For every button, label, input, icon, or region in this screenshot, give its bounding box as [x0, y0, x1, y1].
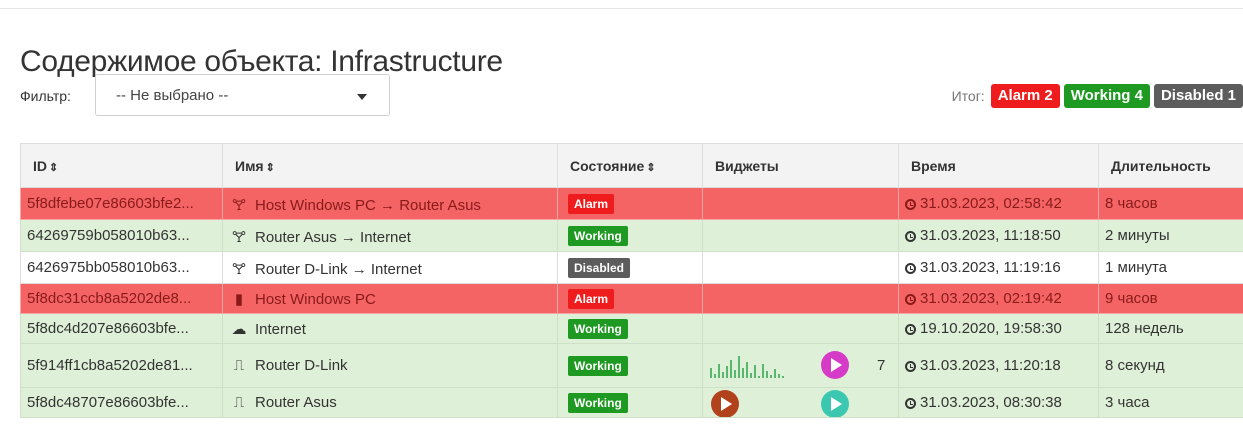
- cell-status: Working: [557, 387, 703, 418]
- cell-status: Alarm: [557, 283, 703, 314]
- cell-id[interactable]: 5f8dfebe07e86603bfe2...: [20, 187, 223, 220]
- clock-icon: [905, 199, 916, 210]
- cell-time: 31.03.2023, 02:19:42: [898, 283, 1099, 314]
- cell-duration: 2 минуты: [1098, 219, 1243, 252]
- summary-bar: Итог: Alarm 2 Working 4 Disabled 1: [952, 84, 1243, 108]
- cell-time: 31.03.2023, 11:20:18: [898, 343, 1099, 388]
- computer-icon: ▮: [234, 290, 244, 308]
- status-badge: Working: [568, 392, 628, 413]
- filter-label: Фильтр:: [20, 88, 71, 104]
- cell-name[interactable]: 🝖 Router Asus → Internet: [222, 219, 558, 252]
- cell-duration: 128 недель: [1098, 313, 1243, 344]
- table-header-row: ID ⇕ Имя ⇕ Состояние ⇕ Виджеты Время Длител…: [20, 143, 1243, 188]
- filter-select[interactable]: -- Не выбрано --: [95, 74, 390, 116]
- cell-widgets: 7: [702, 343, 899, 388]
- summary-label: Итог:: [951, 88, 985, 104]
- filter-selected-value: -- Не выбрано --: [116, 87, 229, 104]
- cell-duration: 3 часа: [1098, 387, 1243, 418]
- cell-name[interactable]: ⎍ Router D-Link: [222, 343, 558, 388]
- cell-widgets: [702, 387, 899, 418]
- alarm-count-badge[interactable]: Alarm 2: [990, 84, 1060, 108]
- cell-name[interactable]: 🝖 Host Windows PC → Router Asus: [222, 187, 558, 220]
- table-row[interactable]: 6426975bb058010b63... 🝖 Router D-Link → I…: [20, 251, 1243, 284]
- cell-time: 31.03.2023, 11:19:16: [898, 251, 1099, 284]
- cell-widgets: [702, 251, 899, 284]
- cell-status: Disabled: [557, 251, 703, 284]
- objects-table: ID ⇕ Имя ⇕ Состояние ⇕ Виджеты Время Длител…: [20, 143, 1243, 418]
- column-header-status[interactable]: Состояние ⇕: [557, 143, 703, 188]
- column-header-widgets: Виджеты: [702, 143, 899, 188]
- status-badge: Working: [568, 318, 628, 339]
- cell-name[interactable]: ▮ Host Windows PC: [222, 283, 558, 314]
- column-header-name[interactable]: Имя ⇕: [222, 143, 558, 188]
- cell-time: 31.03.2023, 08:30:38: [898, 387, 1099, 418]
- cell-status: Alarm: [557, 187, 703, 220]
- cell-widgets: [702, 313, 899, 344]
- clock-icon: [905, 398, 916, 409]
- cell-name[interactable]: 🝖 Router D-Link → Internet: [222, 251, 558, 284]
- widgets-container: 7: [709, 345, 898, 387]
- cell-id[interactable]: 5f8dc4d207e86603bfe...: [20, 313, 223, 344]
- traffic-sparkline: [710, 356, 784, 378]
- cell-widgets: [702, 187, 899, 220]
- cell-duration: 1 минута: [1098, 251, 1243, 284]
- cell-time: 31.03.2023, 11:18:50: [898, 219, 1099, 252]
- sort-icon[interactable]: ⇕: [266, 162, 275, 174]
- widget-count: 7: [877, 357, 886, 374]
- clock-icon: [905, 324, 916, 335]
- status-badge: Working: [568, 225, 628, 246]
- cell-id[interactable]: 5f914ff1cb8a5202de81...: [20, 343, 223, 388]
- cell-name[interactable]: ⎍ Router Asus: [222, 387, 558, 418]
- play-icon[interactable]: [821, 390, 849, 417]
- cloud-icon: ☁: [231, 320, 247, 338]
- cell-id[interactable]: 5f8dc31ccb8a5202de8...: [20, 283, 223, 314]
- cell-time: 19.10.2020, 19:58:30: [898, 313, 1099, 344]
- table-row[interactable]: 5f8dc48707e86603bfe... ⎍ Router Asus Work…: [20, 387, 1243, 418]
- status-badge: Alarm: [568, 288, 615, 309]
- column-header-id[interactable]: ID ⇕: [20, 143, 223, 188]
- router-icon: ⎍: [233, 394, 245, 411]
- chevron-down-icon: [357, 94, 367, 100]
- cell-id[interactable]: 6426975bb058010b63...: [20, 251, 223, 284]
- status-badge: Alarm: [568, 193, 615, 214]
- table-row[interactable]: 5f8dc4d207e86603bfe... ☁ Internet Working…: [20, 313, 1243, 344]
- link-icon: 🝖: [231, 197, 247, 214]
- column-header-duration: Длительность: [1098, 143, 1243, 188]
- sort-icon[interactable]: ⇕: [646, 162, 655, 174]
- cell-widgets: [702, 283, 899, 314]
- cell-status: Working: [557, 313, 703, 344]
- column-header-time: Время: [898, 143, 1099, 188]
- widgets-container: [709, 389, 898, 417]
- cell-id[interactable]: 64269759b058010b63...: [20, 219, 223, 252]
- table-row[interactable]: 64269759b058010b63... 🝖 Router Asus → Int…: [20, 219, 1243, 252]
- cell-duration: 8 секунд: [1098, 343, 1243, 388]
- link-icon: 🝖: [231, 229, 247, 246]
- cell-name[interactable]: ☁ Internet: [222, 313, 558, 344]
- status-badge: Disabled: [568, 257, 631, 278]
- disabled-count-badge[interactable]: Disabled 1: [1153, 84, 1243, 108]
- clock-icon: [905, 361, 916, 372]
- clock-icon: [905, 294, 916, 305]
- cell-time: 31.03.2023, 02:58:42: [898, 187, 1099, 220]
- router-icon: ⎍: [233, 357, 245, 374]
- table-row[interactable]: 5f8dfebe07e86603bfe2... 🝖 Host Windows PC…: [20, 187, 1243, 220]
- clock-icon: [905, 263, 916, 274]
- top-divider: [0, 8, 1243, 9]
- cell-duration: 9 часов: [1098, 283, 1243, 314]
- clock-icon: [905, 231, 916, 242]
- cell-status: Working: [557, 219, 703, 252]
- cell-id[interactable]: 5f8dc48707e86603bfe...: [20, 387, 223, 418]
- status-badge: Working: [568, 355, 628, 376]
- cell-duration: 8 часов: [1098, 187, 1243, 220]
- sort-icon[interactable]: ⇕: [49, 162, 58, 174]
- table-row[interactable]: 5f914ff1cb8a5202de81... ⎍ Router D-Link W…: [20, 343, 1243, 388]
- table-row[interactable]: 5f8dc31ccb8a5202de8... ▮ Host Windows PC …: [20, 283, 1243, 314]
- cell-status: Working: [557, 343, 703, 388]
- link-icon: 🝖: [231, 261, 247, 278]
- play-icon[interactable]: [821, 351, 849, 379]
- working-count-badge[interactable]: Working 4: [1063, 84, 1150, 108]
- play-icon[interactable]: [711, 390, 739, 417]
- cell-widgets: [702, 219, 899, 252]
